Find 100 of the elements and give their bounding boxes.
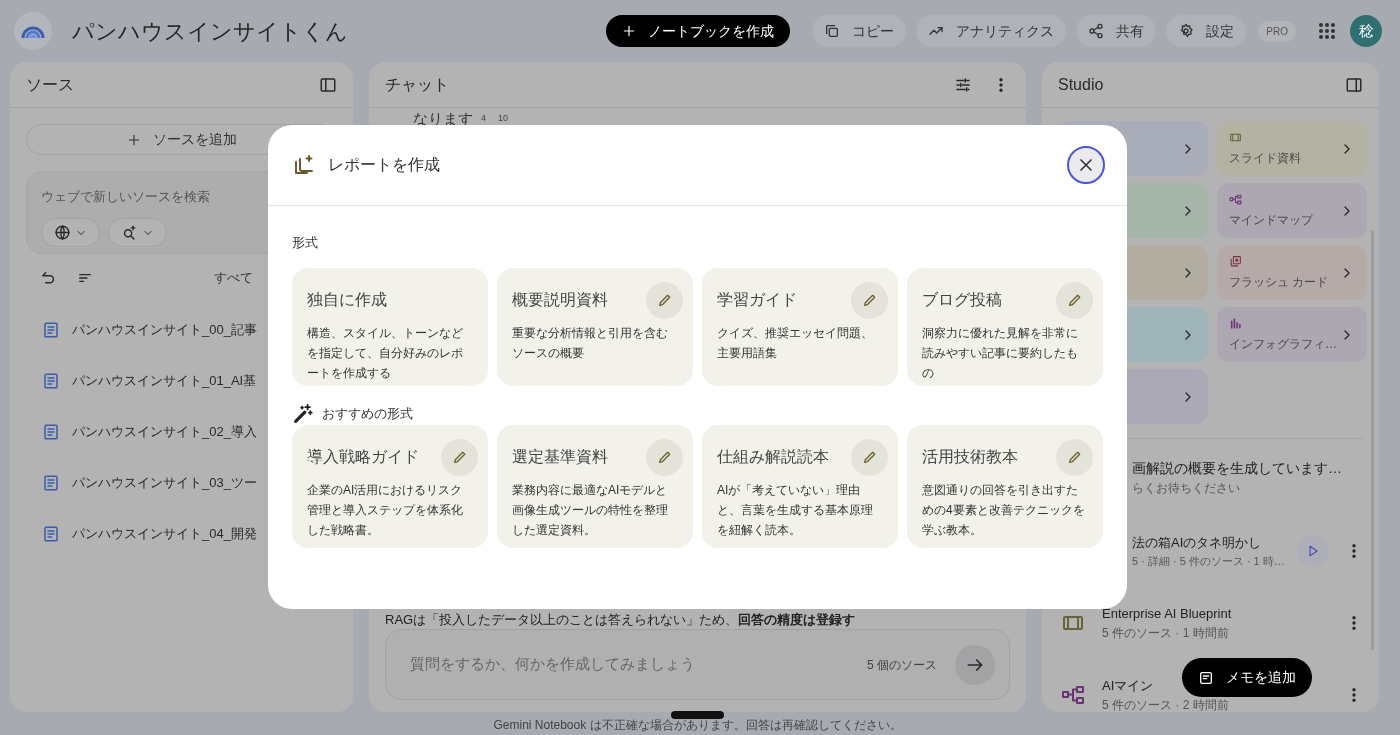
card-title: 学習ガイド [717,290,798,310]
card-title: ブログ投稿 [922,290,1003,310]
card-description: クイズ、推奨エッセイ問題、主要用語集 [717,325,874,362]
card-title: 独自に作成 [307,290,388,310]
send-button[interactable] [955,644,995,685]
card-description: 重要な分析情報と引用を含むソースの概要 [512,325,669,362]
pencil-icon [656,449,673,465]
pencil-icon [861,449,878,465]
card-description: 洞察力に優れた見解を非常に読みやすい記事に要約したもの [922,325,1079,382]
card-description: 業務内容に最適なAIモデルと画像生成ツールの特性を整理した選定資料。 [512,482,669,539]
note-title[interactable]: Enterprise AI Blueprint [1102,604,1232,624]
play-button[interactable] [1296,535,1329,567]
tune-icon[interactable] [954,75,972,94]
research-mode-dropdown[interactable] [108,218,167,247]
edit-button[interactable] [851,281,888,319]
panel-title: Studio [1058,74,1105,95]
format-card[interactable]: 導入戦略ガイド 企業のAI活用におけるリスク管理と導入ステップを体系化した戦略書。 [292,425,488,548]
sparkle-search-icon [121,224,138,241]
format-card[interactable]: 独自に作成 構造、スタイル、トーンなどを指定して、自分好みのレポートを作成する [292,268,488,386]
studio-tile[interactable]: フラッシュ カード [1216,245,1367,300]
close-button[interactable] [1067,146,1105,184]
source-item[interactable]: パンハウスインサイト_02_導入 [72,421,257,442]
mindmap-icon [1228,192,1242,206]
copy-icon [824,23,841,39]
mindmap-icon [1061,683,1085,707]
tile-label: スライド資料 [1228,149,1302,167]
section-heading: 形式 [292,234,318,253]
logo-icon [14,12,52,50]
format-card[interactable]: 仕組み解説読本 AIが「考えていない」理由と、言葉を生成する基本原理を紐解く読本。 [702,425,898,548]
notebook-title: パンハウスインサイトくん [72,17,348,46]
edit-button[interactable] [646,438,683,476]
sidebar-toggle-icon[interactable] [1344,75,1363,94]
edit-button[interactable] [441,438,478,476]
format-card[interactable]: 学習ガイド クイズ、推奨エッセイ問題、主要用語集 [702,268,898,386]
source-item[interactable]: パンハウスインサイト_01_AI基 [72,370,257,391]
tile-label: インフォグラフィ… [1228,335,1338,353]
card-title: 概要説明資料 [512,290,609,310]
analytics-button[interactable]: アナリティクス [916,15,1067,47]
panel-title: チャット [385,74,450,95]
source-item[interactable]: パンハウスインサイト_03_ツー [72,472,257,493]
card-title: 仕組み解説読本 [717,447,830,467]
studio-tile[interactable]: スライド資料 [1216,121,1367,176]
studio-tile[interactable]: マインドマップ [1216,183,1367,238]
format-card[interactable]: ブログ投稿 洞察力に優れた見解を非常に読みやすい記事に要約したもの [907,268,1103,386]
globe-icon [54,224,71,241]
plus-icon [126,132,141,147]
edit-button[interactable] [646,281,683,319]
note-subtitle: 5 件のソース · 1 時間前 [1102,624,1229,642]
pencil-icon [656,292,673,308]
note-subtitle: 5 · 詳細 · 5 件のソース · 1 時… [1132,553,1285,569]
disclaimer-text: Gemini Notebook は不正確な場合があります。回答は再確認してください。 [492,717,903,734]
plus-icon [622,24,637,38]
share-button[interactable]: 共有 [1076,15,1157,47]
note-subtitle: らくお待ちください [1132,479,1240,497]
settings-icon [1178,23,1195,39]
edit-button[interactable] [1056,281,1093,319]
sidebar-toggle-icon[interactable] [319,75,337,94]
studio-tile[interactable]: インフォグラフィ… [1216,307,1367,362]
add-note-button[interactable]: メモを追加 [1182,658,1312,697]
format-card[interactable]: 選定基準資料 業務内容に最適なAIモデルと画像生成ツールの特性を整理した選定資料。 [497,425,693,548]
card-title: 導入戦略ガイド [307,447,420,467]
share-icon [1088,23,1105,39]
card-description: 構造、スタイル、トーンなどを指定して、自分好みのレポートを作成する [307,325,464,382]
infographic-icon [1228,316,1242,330]
pro-badge: PRO [1258,20,1296,42]
avatar[interactable]: 稔 [1350,15,1382,47]
edit-button[interactable] [1056,438,1093,476]
search-field[interactable]: ウェブで新しいソースを検索 [41,187,322,207]
source-type-dropdown[interactable] [41,218,100,247]
panel-title: ソース [26,74,75,95]
note-title[interactable]: 法の箱AIのタネ明かし [1132,533,1262,553]
drag-handle[interactable] [671,711,724,719]
tile-label: フラッシュ カード [1228,273,1330,291]
report-sparkle-icon [292,153,316,177]
card-title: 活用技術教本 [922,447,1019,467]
note-title[interactable]: AIマイン [1102,676,1154,696]
pencil-icon [1066,292,1083,308]
citation-chip[interactable]: 10 [494,112,513,126]
pencil-icon [861,292,878,308]
citation-chip[interactable]: 4 [477,112,490,126]
tile-label: マインドマップ [1228,211,1315,229]
format-card[interactable]: 活用技術教本 意図通りの回答を引き出すための4要素と改善テクニックを学ぶ教本。 [907,425,1103,548]
create-notebook-button[interactable]: ノートブックを作成 [606,15,791,47]
format-card[interactable]: 概要説明資料 重要な分析情報と引用を含むソースの概要 [497,268,693,386]
source-item[interactable]: パンハウスインサイト_04_開発 [72,523,257,544]
select-all-label: すべて [214,269,253,288]
edit-button[interactable] [851,438,888,476]
note-icon [1198,669,1214,686]
note-title[interactable]: 画解説の概要を生成しています… [1132,457,1342,479]
card-title: 選定基準資料 [512,447,609,467]
settings-button[interactable]: 設定 [1166,15,1247,47]
source-item[interactable]: パンハウスインサイト_00_記事 [72,319,257,340]
chat-input-field[interactable]: 質問をするか、何かを作成してみましょう [410,653,867,676]
copy-button[interactable]: コピー [812,15,907,47]
message-text: RAGは「投入したデータ以上のことは答えられない」ため、回答の精度は登録す [384,613,857,627]
card-description: 企業のAI活用におけるリスク管理と導入ステップを体系化した戦略書。 [307,482,464,539]
source-count: 5 個のソース [867,656,937,674]
card-description: 意図通りの回答を引き出すための4要素と改善テクニックを学ぶ教本。 [922,482,1086,539]
flashcards-icon [1228,254,1242,268]
apps-grid-icon[interactable] [1318,22,1336,40]
